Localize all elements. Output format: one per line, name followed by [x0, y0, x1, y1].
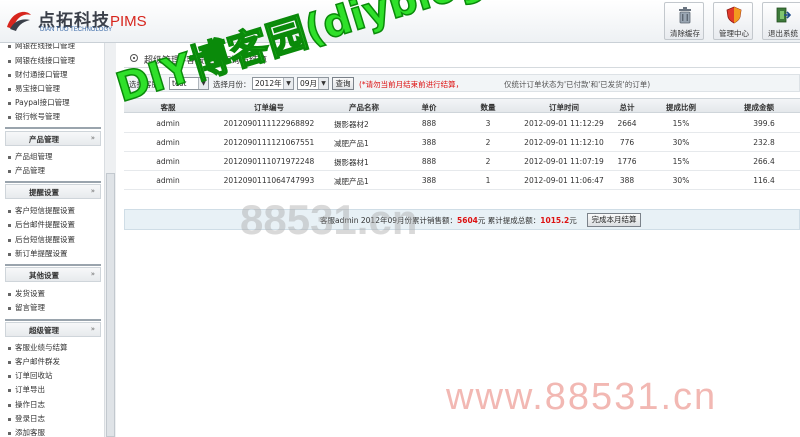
summary-text: 客服admin 2012年09月份累计销售额：5604元 累计提成总额：1015…: [320, 216, 577, 225]
sidebar-item-mass-email[interactable]: 客户邮件群发: [8, 356, 60, 367]
column-header-product: 产品名称: [349, 103, 379, 112]
column-header-order-time: 订单时间: [549, 103, 579, 112]
complete-settlement-button[interactable]: 完成本月结算: [587, 213, 641, 227]
sidebar-item-sms-reminders[interactable]: 客户短信提醒设置: [8, 205, 75, 216]
filter-note: 仅统计订单状态为'已付款'和'已发货'的订单): [504, 80, 651, 89]
sidebar-item-new-order[interactable]: 新订单提醒设置: [8, 248, 68, 259]
sidebar-item-yeepay[interactable]: 易宝接口管理: [8, 83, 60, 94]
sidebar-item-paypal[interactable]: Paypal接口管理: [8, 97, 70, 108]
logo-suffix: PIMS: [110, 13, 147, 30]
clear-cache-label: 清除缓存: [670, 29, 700, 38]
column-header-price: 单价: [421, 103, 437, 112]
sidebar-item-email-reminders[interactable]: 后台邮件提醒设置: [8, 219, 75, 230]
sidebar-item-chinabank[interactable]: 网银在线接口管理: [8, 55, 75, 66]
page-title: 超级管理 -客服业绩查询与结算: [144, 56, 268, 66]
settlement-summary: 客服admin 2012年09月份累计销售额：5604元 累计提成总额：1015…: [124, 209, 800, 230]
sidebar-item-shipping[interactable]: 发货设置: [8, 288, 45, 299]
logo-subtitle: DIAN TUO TECHNOLOGY: [40, 27, 113, 33]
sidebar-item-staff-performance[interactable]: 客服业绩与结算: [8, 342, 68, 353]
exit-icon: [776, 7, 791, 23]
dropdown-arrow-icon: ▼: [283, 78, 293, 89]
sidebar-item-tenpay[interactable]: 财付通接口管理: [8, 69, 68, 80]
collapse-chevron-icon: »: [90, 187, 95, 195]
sidebar-item-order-recycle[interactable]: 订单回收站: [8, 370, 53, 381]
exit-system-button[interactable]: 退出系统: [762, 2, 800, 40]
month-label: 选择月份：: [213, 80, 251, 89]
column-header-order-no: 订单编号: [254, 103, 284, 112]
total-sales-value: 5604: [457, 216, 478, 225]
query-button[interactable]: 查询: [332, 77, 354, 90]
main-content: 超级管理 -客服业绩查询与结算 选择客服： test ▼ 选择月份： 2012年…: [118, 43, 800, 437]
sidebar-divider: [5, 127, 101, 129]
sidebar-item-bank-accounts[interactable]: 银行帐号管理: [8, 111, 60, 122]
settlement-warning: (*请勿当前月结束前进行结算，: [359, 80, 464, 89]
admin-center-label: 管理中心: [719, 29, 749, 38]
sidebar-scrollbar[interactable]: [104, 43, 116, 437]
sidebar-section-other[interactable]: 其他设置 »: [5, 267, 101, 282]
filter-bar: 选择客服： test ▼ 选择月份： 2012年 ▼ 09月 ▼ 查询 (*请勿…: [124, 74, 800, 92]
table-row[interactable]: admin 2012090111064747993 减肥产品1 388 1 20…: [124, 171, 800, 190]
column-header-total: 总计: [619, 103, 635, 112]
column-header-qty: 数量: [480, 103, 496, 112]
logo-mark-icon: [7, 11, 31, 31]
title-divider: [124, 67, 800, 68]
sidebar-item-order-export[interactable]: 订单导出: [8, 384, 45, 395]
collapse-chevron-icon: »: [90, 134, 95, 142]
sidebar-item-messages[interactable]: 留言管理: [8, 302, 45, 313]
table-row[interactable]: admin 2012090111071972248 摄影器材1 888 2 20…: [124, 152, 800, 171]
sidebar-item-add-staff[interactable]: 添加客服: [8, 427, 45, 437]
staff-label: 选择客服：: [129, 80, 167, 89]
title-bullet-icon: [130, 54, 138, 62]
sidebar-item-login-log[interactable]: 登录日志: [8, 413, 45, 424]
exit-system-label: 退出系统: [768, 29, 798, 38]
sidebar-scroll-thumb[interactable]: [106, 173, 115, 437]
sidebar-item-partial[interactable]: 网银在线接口管理: [8, 43, 75, 51]
admin-center-button[interactable]: 管理中心: [713, 2, 753, 40]
column-header-commission: 提成金额: [744, 103, 774, 112]
shield-icon: [726, 6, 742, 24]
dropdown-arrow-icon: ▼: [318, 78, 328, 89]
sidebar-section-super-admin[interactable]: 超级管理 »: [5, 322, 101, 337]
year-select[interactable]: 2012年 ▼: [252, 77, 294, 90]
sidebar-section-reminders[interactable]: 提醒设置 »: [5, 184, 101, 199]
trash-icon: [679, 7, 691, 24]
column-header-rate: 提成比例: [666, 103, 696, 112]
dropdown-arrow-icon: ▼: [198, 78, 208, 89]
top-header: 点拓科技PIMS DIAN TUO TECHNOLOGY 清除缓存 管理中心 退…: [0, 0, 800, 43]
table-row[interactable]: admin 2012090111121067551 减肥产品1 388 2 20…: [124, 133, 800, 152]
sidebar-section-products[interactable]: 产品管理 »: [5, 131, 101, 146]
column-header-staff: 客服: [160, 103, 176, 112]
total-commission-value: 1015.2: [540, 216, 570, 225]
sidebar-divider: [5, 264, 101, 266]
sidebar-item-products[interactable]: 产品管理: [8, 165, 45, 176]
collapse-chevron-icon: »: [90, 270, 95, 278]
month-select[interactable]: 09月 ▼: [297, 77, 329, 90]
table-row[interactable]: admin 2012090111122968892 摄影器材2 888 3 20…: [124, 114, 800, 133]
sidebar: 网银在线接口管理 网银在线接口管理 财付通接口管理 易宝接口管理 Paypal接…: [0, 43, 116, 437]
sidebar-divider: [5, 319, 101, 321]
sidebar-item-operation-log[interactable]: 操作日志: [8, 399, 45, 410]
sidebar-item-product-groups[interactable]: 产品组管理: [8, 151, 53, 162]
table-header: 客服 订单编号 产品名称 单价 数量 订单时间 总计 提成比例 提成金额: [124, 98, 800, 113]
sidebar-divider: [5, 181, 101, 183]
clear-cache-button[interactable]: 清除缓存: [664, 2, 704, 40]
collapse-chevron-icon: »: [90, 325, 95, 333]
sidebar-item-admin-sms[interactable]: 后台短信提醒设置: [8, 234, 75, 245]
page-title-bar: 超级管理 -客服业绩查询与结算: [124, 51, 800, 67]
staff-select[interactable]: test ▼: [169, 77, 209, 90]
